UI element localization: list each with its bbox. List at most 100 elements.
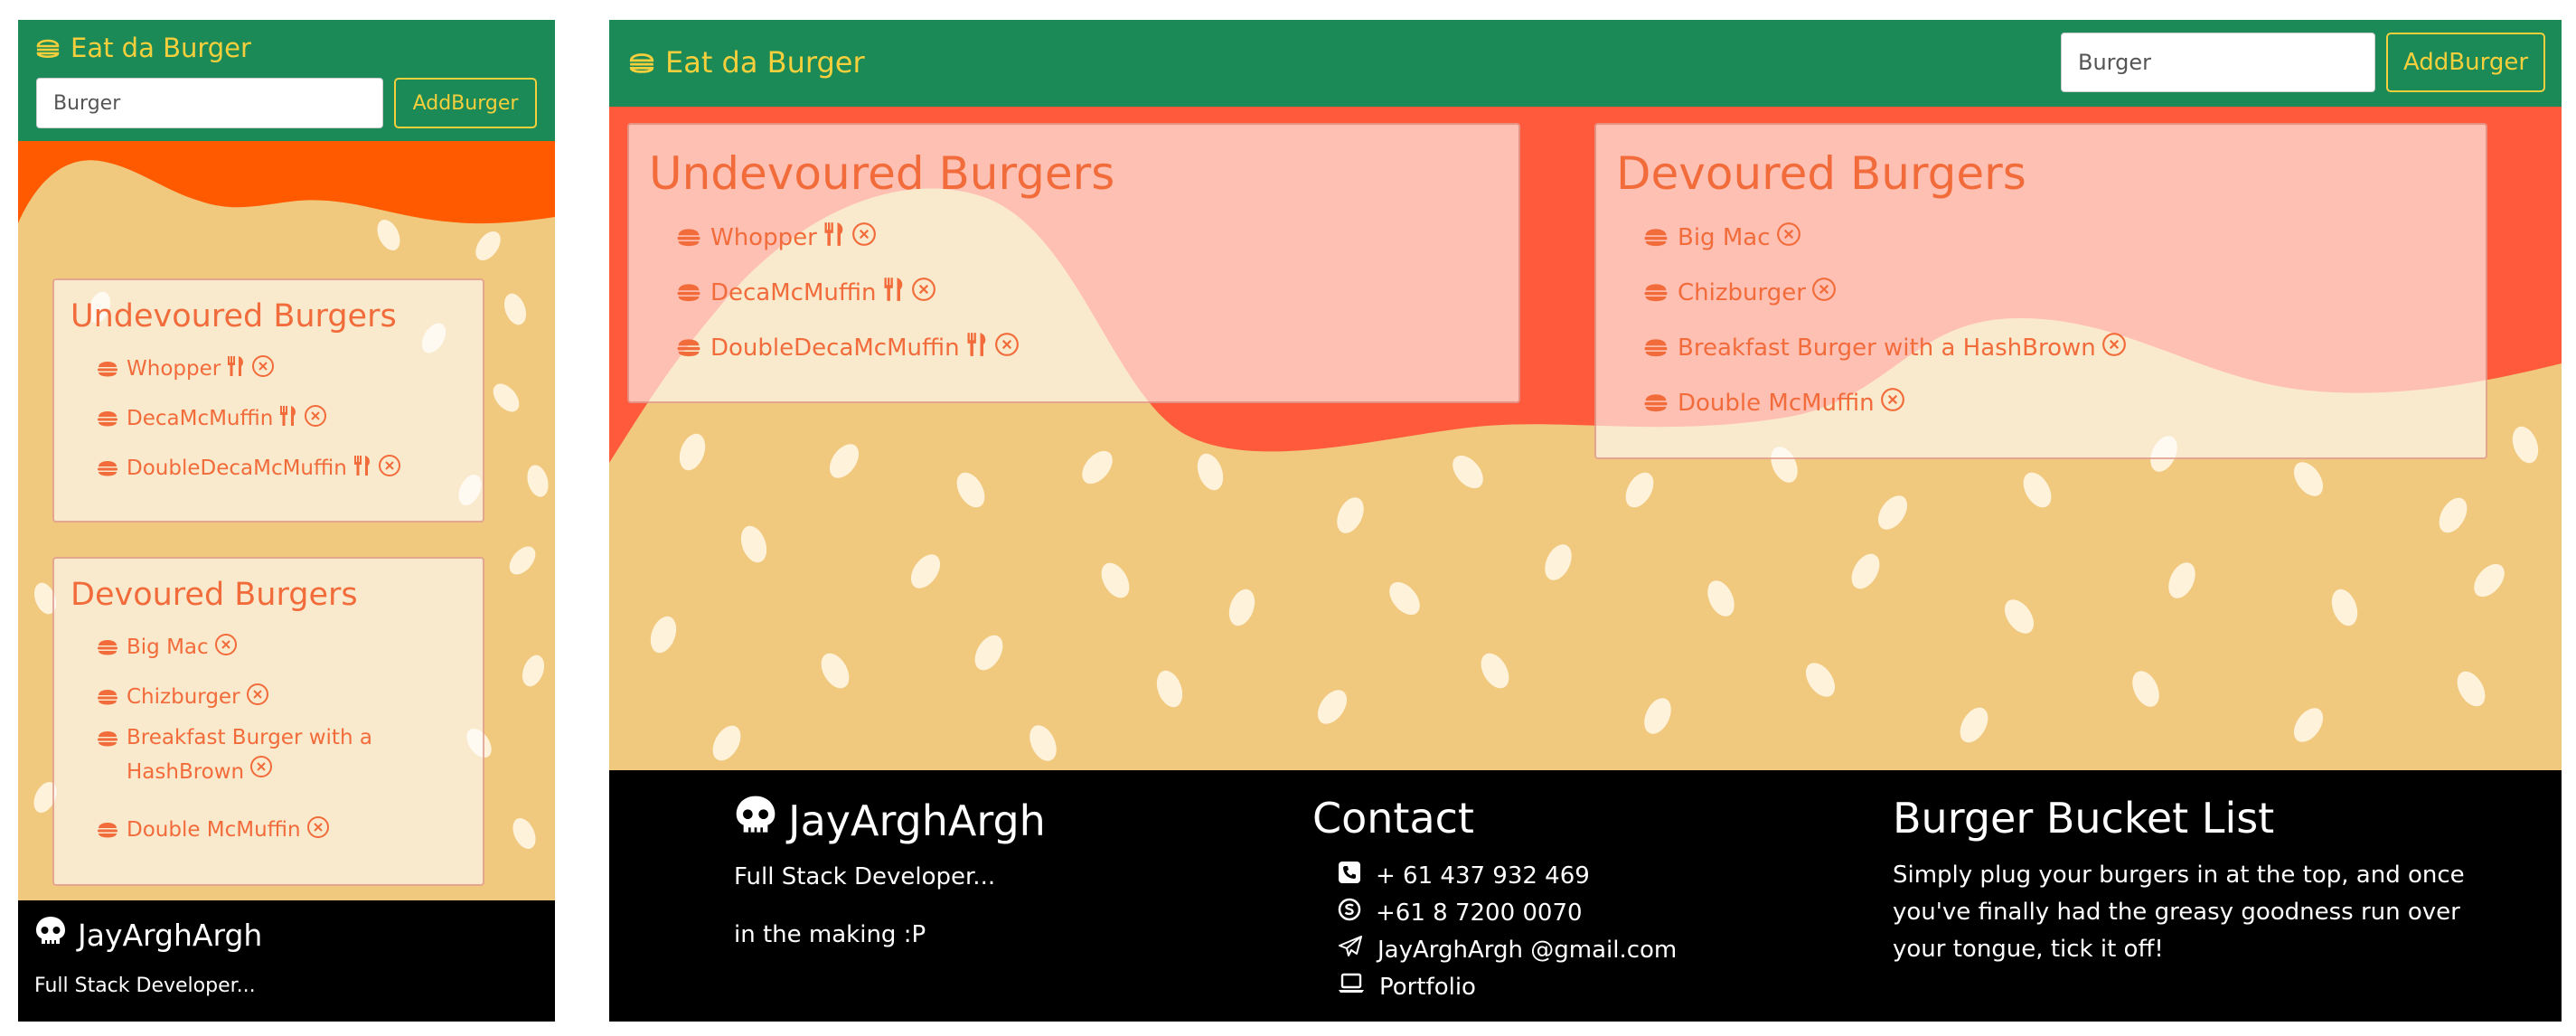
- burger-input-value: Burger: [53, 91, 121, 115]
- hamburger-icon: [89, 687, 127, 707]
- footer-bucket-list: Burger Bucket List Simply plug your burg…: [1893, 794, 2471, 968]
- undevoured-list: Whopper DecaMcMuffin DoubleDecaMcMuffin: [649, 210, 1499, 375]
- devoured-title: Devoured Burgers: [71, 577, 358, 613]
- contact-email[interactable]: JayArghArgh @gmail.com: [1338, 931, 1819, 968]
- contact-skype[interactable]: +61 8 7200 0070: [1338, 894, 1819, 931]
- contact-title: Contact: [1312, 794, 1474, 843]
- list-item: Breakfast Burger with a HashBrown: [1616, 320, 2466, 375]
- utensils-icon[interactable]: [965, 332, 989, 363]
- devoured-item-line-1: Breakfast Burger with a: [127, 726, 372, 749]
- brand-title: Eat da Burger: [71, 33, 251, 63]
- list-item: Big Mac: [1616, 210, 2466, 265]
- circle-x-icon[interactable]: [251, 354, 275, 383]
- devoured-card: Devoured Burgers Big Mac Chizburger Brea…: [52, 557, 484, 886]
- burger-outline-icon: [34, 34, 61, 61]
- circle-x-icon[interactable]: [851, 221, 877, 253]
- devoured-item-line-2: HashBrown: [127, 755, 372, 789]
- contact-skype-text: +61 8 7200 0070: [1376, 899, 1583, 927]
- desktop-view: Eat da Burger Burger AddBurger Undevoure…: [609, 20, 2562, 1022]
- circle-x-icon[interactable]: [994, 332, 1020, 363]
- laptop-icon: [1338, 972, 1365, 1002]
- devoured-title: Devoured Burgers: [1616, 147, 2026, 200]
- list-item: DecaMcMuffin: [649, 265, 1499, 320]
- footer-about: JayArghArgh Full Stack Developer... in t…: [734, 794, 1240, 949]
- bucket-line-3: your tongue, tick it off!: [1893, 936, 2164, 963]
- undevoured-card: Undevoured Burgers Whopper DecaMcMuffin …: [627, 123, 1520, 403]
- circle-x-icon[interactable]: [246, 683, 269, 711]
- add-burger-button-label: AddBurger: [412, 91, 519, 115]
- devoured-list: Big Mac Chizburger Breakfast Burger with…: [1616, 210, 2466, 430]
- list-item: Double McMuffin: [1616, 375, 2466, 430]
- circle-x-icon[interactable]: [1880, 387, 1905, 419]
- burger-input-value: Burger: [2078, 50, 2151, 75]
- undevoured-item-name: Whopper: [127, 356, 221, 381]
- hamburger-icon: [1634, 226, 1678, 249]
- hamburger-icon: [667, 281, 710, 304]
- footer-tagline: Full Stack Developer...: [734, 863, 996, 890]
- contact-list: + 61 437 932 469 +61 8 7200 0070 JayArgh…: [1338, 857, 1819, 1005]
- brand[interactable]: Eat da Burger: [34, 33, 251, 63]
- devoured-item-name: Breakfast Burger with a HashBrown: [1678, 334, 2096, 362]
- skype-icon: [1338, 898, 1361, 928]
- circle-x-icon[interactable]: [249, 755, 273, 789]
- footer: JayArghArgh Full Stack Developer...: [18, 900, 555, 1022]
- footer-tagline-2: in the making :P: [734, 921, 926, 948]
- list-item: DoubleDecaMcMuffin: [71, 443, 466, 493]
- undevoured-item-name: DecaMcMuffin: [127, 406, 274, 430]
- skull-icon: [34, 915, 67, 955]
- devoured-item-name: Big Mac: [127, 635, 209, 659]
- utensils-icon[interactable]: [353, 455, 372, 482]
- bucket-line-2: you've finally had the greasy goodness r…: [1893, 899, 2460, 926]
- utensils-icon[interactable]: [882, 277, 906, 308]
- list-item: Chizburger: [71, 672, 466, 721]
- brand[interactable]: Eat da Burger: [627, 45, 865, 80]
- burger-input[interactable]: Burger: [2061, 33, 2375, 92]
- devoured-card: Devoured Burgers Big Mac Chizburger Brea…: [1594, 123, 2487, 459]
- hamburger-icon: [89, 729, 127, 749]
- list-item: Whopper: [649, 210, 1499, 265]
- circle-x-icon[interactable]: [1811, 277, 1837, 308]
- footer-name-heading: JayArghArgh: [734, 794, 1240, 847]
- list-item: DoubleDecaMcMuffin: [649, 320, 1499, 375]
- devoured-item-name: Double McMuffin: [1678, 389, 1875, 417]
- contact-portfolio-text: Portfolio: [1379, 973, 1476, 1001]
- footer-name: JayArghArgh: [788, 796, 1046, 845]
- circle-x-icon[interactable]: [911, 277, 936, 308]
- bucket-title: Burger Bucket List: [1893, 794, 2275, 843]
- contact-email-text: JayArghArgh @gmail.com: [1377, 936, 1678, 964]
- utensils-icon[interactable]: [823, 221, 846, 253]
- contact-phone[interactable]: + 61 437 932 469: [1338, 857, 1819, 894]
- circle-x-icon[interactable]: [2101, 332, 2127, 363]
- devoured-list: Big Mac Chizburger Breakfast Burger with…: [71, 622, 466, 854]
- devoured-item-name: HashBrown: [127, 759, 245, 784]
- footer: JayArghArgh Full Stack Developer... in t…: [609, 770, 2562, 1022]
- undevoured-item-name: DecaMcMuffin: [710, 278, 877, 306]
- circle-x-icon[interactable]: [378, 454, 401, 483]
- hamburger-icon: [667, 226, 710, 249]
- undevoured-list: Whopper DecaMcMuffin DoubleDecaMcMuffin: [71, 344, 466, 493]
- list-item: Breakfast Burger with a HashBrown: [71, 721, 466, 805]
- add-burger-button-label: AddBurger: [2402, 49, 2529, 76]
- skull-icon: [734, 794, 777, 847]
- utensils-icon[interactable]: [278, 405, 298, 432]
- burger-outline-icon: [627, 48, 656, 77]
- navbar: Eat da Burger Burger AddBurger: [18, 20, 555, 141]
- circle-x-icon[interactable]: [214, 633, 238, 662]
- bucket-line-1: Simply plug your burgers in at the top, …: [1893, 862, 2465, 889]
- add-burger-button[interactable]: AddBurger: [2386, 33, 2545, 92]
- circle-x-icon[interactable]: [1776, 221, 1801, 253]
- devoured-item-name: Big Mac: [1678, 223, 1771, 251]
- contact-portfolio[interactable]: Portfolio: [1338, 968, 1819, 1005]
- footer-name: JayArghArgh: [78, 917, 263, 953]
- list-item: Chizburger: [1616, 265, 2466, 320]
- add-burger-button[interactable]: AddBurger: [394, 78, 537, 128]
- utensils-icon[interactable]: [226, 355, 246, 382]
- hamburger-icon: [89, 820, 127, 840]
- circle-x-icon[interactable]: [306, 815, 330, 844]
- undevoured-card: Undevoured Burgers Whopper DecaMcMuffin …: [52, 278, 484, 523]
- undevoured-item-name: Whopper: [710, 223, 817, 251]
- burger-input[interactable]: Burger: [36, 78, 383, 128]
- circle-x-icon[interactable]: [304, 404, 327, 433]
- mobile-view: Eat da Burger Burger AddBurger Undevoure…: [18, 20, 555, 1022]
- undevoured-item-name: DoubleDecaMcMuffin: [710, 334, 960, 362]
